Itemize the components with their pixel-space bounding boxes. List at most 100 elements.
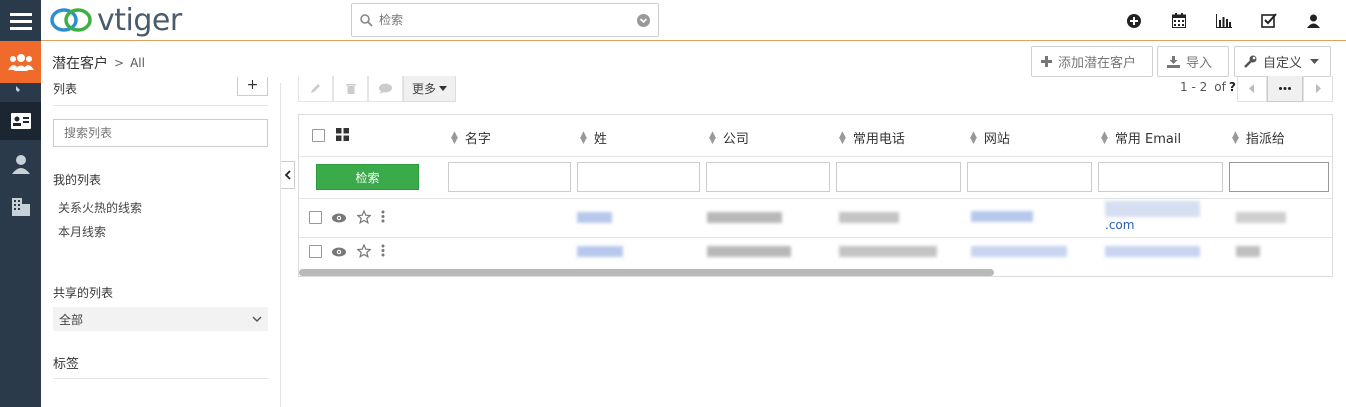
- redacted-company: [707, 212, 782, 223]
- column-header-email[interactable]: ▲ ▼ 常用 Email: [1101, 128, 1181, 147]
- email-link[interactable]: .com: [1105, 218, 1134, 232]
- menu-icon[interactable]: [0, 0, 41, 41]
- column-header-website[interactable]: ▲ ▼ 网站: [970, 128, 1010, 147]
- page-of: of: [1214, 80, 1226, 94]
- sidebar-collapse-toggle[interactable]: [281, 161, 295, 189]
- import-button[interactable]: 导入: [1157, 46, 1229, 77]
- search-input[interactable]: [379, 13, 637, 27]
- prev-page-button[interactable]: [1237, 76, 1267, 102]
- column-header-last-name[interactable]: ▲ ▼ 姓: [580, 128, 607, 147]
- my-list-item[interactable]: 关系火热的线索: [58, 199, 142, 216]
- star-icon[interactable]: [357, 210, 371, 224]
- shared-list-select[interactable]: 全部: [53, 307, 268, 331]
- total-count-button[interactable]: ?: [1229, 80, 1236, 94]
- star-icon[interactable]: [357, 244, 371, 258]
- breadcrumb-module[interactable]: 潜在客户: [52, 53, 108, 73]
- column-header-assigned-to[interactable]: ▲ ▼ 指派给: [1232, 128, 1285, 147]
- filter-input-website[interactable]: [967, 162, 1092, 192]
- chevron-left-icon: [284, 170, 291, 180]
- filter-input-email[interactable]: [1098, 162, 1223, 192]
- shared-lists-title: 共享的列表: [53, 286, 114, 300]
- chevron-right-icon: [1316, 84, 1321, 93]
- filter-row: 检索: [299, 157, 1332, 199]
- user-icon[interactable]: [0, 146, 41, 182]
- user-profile-icon[interactable]: [1291, 14, 1336, 28]
- sort-icon: ▲ ▼: [451, 129, 458, 146]
- caret-down-icon: [439, 86, 448, 91]
- tasks-checkbox-icon[interactable]: [1246, 13, 1291, 28]
- organization-icon[interactable]: [0, 188, 41, 224]
- filter-input-phone[interactable]: [836, 162, 961, 192]
- redacted-email: [1105, 246, 1200, 257]
- customize-label: 自定义: [1263, 56, 1303, 71]
- add-list-button[interactable]: +: [237, 77, 268, 96]
- global-search[interactable]: [351, 3, 659, 37]
- my-lists-title: 我的列表: [53, 173, 102, 187]
- list-actions-toolbar: 更多: [298, 76, 457, 102]
- tags-title: 标签: [53, 357, 80, 372]
- select-all-checkbox[interactable]: [312, 129, 325, 142]
- more-actions-button[interactable]: 更多: [403, 76, 457, 102]
- grid-view-icon[interactable]: [336, 128, 349, 141]
- edit-pencil-icon[interactable]: [298, 76, 333, 102]
- vtiger-logo[interactable]: vtiger: [49, 2, 182, 38]
- logo-text: vtiger: [97, 2, 182, 38]
- more-label: 更多: [412, 82, 437, 96]
- quick-create-icon[interactable]: [1111, 13, 1156, 28]
- sort-icon: ▲ ▼: [709, 129, 716, 146]
- next-page-button[interactable]: [1303, 76, 1333, 102]
- column-label: 名字: [464, 132, 491, 147]
- page-jump-button[interactable]: [1267, 76, 1303, 102]
- redacted-last-name: [577, 212, 612, 223]
- filter-input-assigned-to[interactable]: [1229, 162, 1329, 192]
- redacted-last-name: [577, 246, 623, 257]
- breadcrumb-view[interactable]: All: [130, 56, 145, 70]
- column-header-first-name[interactable]: ▲ ▼ 名字: [451, 128, 491, 147]
- eye-icon[interactable]: [332, 247, 346, 257]
- download-icon: [1167, 55, 1180, 68]
- leads-module-icon[interactable]: [0, 41, 41, 83]
- list-search-input[interactable]: [64, 126, 257, 140]
- horizontal-scrollbar[interactable]: [299, 269, 994, 276]
- page-range: 1 - 2: [1180, 80, 1208, 94]
- more-vertical-icon[interactable]: [381, 210, 385, 223]
- breadcrumb-separator: >: [114, 56, 125, 70]
- redacted-assigned-to: [1236, 246, 1260, 257]
- comment-icon[interactable]: [368, 76, 403, 102]
- logo-icon: [50, 8, 92, 32]
- chevron-left-icon: [1249, 84, 1254, 93]
- redacted-assigned-to: [1236, 212, 1286, 223]
- filter-input-first-name[interactable]: [448, 162, 571, 192]
- my-list-item[interactable]: 本月线索: [58, 223, 106, 240]
- table-row[interactable]: .com: [299, 199, 1332, 238]
- more-vertical-icon[interactable]: [381, 244, 385, 257]
- sort-icon: ▲ ▼: [580, 129, 587, 146]
- search-icon: [360, 13, 373, 27]
- redacted-email: [1105, 201, 1200, 217]
- eye-icon[interactable]: [332, 213, 346, 223]
- ellipsis-icon: [1279, 87, 1291, 90]
- column-label: 网站: [983, 132, 1010, 147]
- reports-chart-icon[interactable]: [1201, 13, 1246, 28]
- chevron-down-icon[interactable]: [637, 13, 650, 27]
- lists-title: 列表: [53, 82, 78, 96]
- wrench-icon: [1244, 55, 1257, 68]
- phone-icon[interactable]: [0, 83, 41, 101]
- contacts-card-icon[interactable]: [0, 102, 41, 140]
- delete-trash-icon[interactable]: [333, 76, 368, 102]
- filter-input-last-name[interactable]: [577, 162, 700, 192]
- column-header-phone[interactable]: ▲ ▼ 常用电话: [839, 128, 905, 147]
- row-checkbox[interactable]: [309, 245, 322, 258]
- divider: [53, 105, 268, 106]
- table-search-button[interactable]: 检索: [316, 164, 419, 190]
- customize-button[interactable]: 自定义: [1234, 46, 1331, 77]
- add-lead-button[interactable]: 添加潜在客户: [1031, 46, 1153, 77]
- column-label: 姓: [593, 132, 607, 147]
- sort-icon: ▲ ▼: [1101, 129, 1108, 146]
- row-checkbox[interactable]: [309, 211, 322, 224]
- chevron-down-icon: [252, 316, 262, 322]
- calendar-icon[interactable]: [1156, 13, 1201, 28]
- column-header-company[interactable]: ▲ ▼ 公司: [709, 128, 749, 147]
- filter-input-company[interactable]: [706, 162, 830, 192]
- list-search[interactable]: [53, 119, 268, 147]
